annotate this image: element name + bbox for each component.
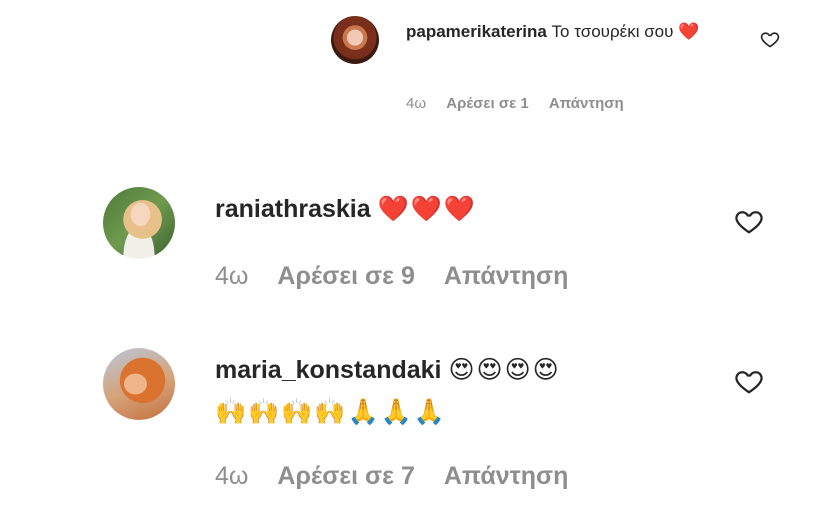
- heart-emoji: ❤️: [678, 22, 700, 42]
- comment-body: raniathraskia ❤️❤️❤️: [215, 190, 715, 228]
- comment-username[interactable]: maria_konstandaki: [215, 356, 442, 384]
- reply-button[interactable]: Απάντηση: [444, 462, 569, 491]
- comment-username[interactable]: raniathraskia: [215, 195, 371, 223]
- heart-eyes-emoji: 😍😍😍😍: [448, 355, 561, 384]
- comment-time[interactable]: 4ω: [215, 262, 248, 291]
- avatar[interactable]: [331, 16, 379, 64]
- avatar[interactable]: [103, 187, 175, 259]
- comment-likes-button[interactable]: Αρέσει σε 9: [277, 262, 414, 291]
- praise-emoji: 🙌🙌🙌🙌🙏🙏🙏: [215, 397, 447, 426]
- comment-body: maria_konstandaki 😍😍😍😍 🙌🙌🙌🙌🙏🙏🙏: [215, 349, 715, 433]
- reply-button[interactable]: Απάντηση: [444, 262, 569, 291]
- comment-text: Το τσουρέκι σου: [551, 22, 674, 41]
- reply-button[interactable]: Απάντηση: [549, 95, 624, 112]
- comment-meta: 4ω Αρέσει σε 1 Απάντηση: [406, 95, 640, 112]
- comment-meta: 4ω Αρέσει σε 9 Απάντηση: [215, 262, 590, 291]
- heart-emoji: ❤️❤️❤️: [377, 194, 477, 223]
- heart-outline-icon[interactable]: [760, 29, 780, 54]
- heart-outline-icon[interactable]: [734, 206, 764, 241]
- heart-outline-icon[interactable]: [734, 366, 764, 401]
- avatar[interactable]: [103, 348, 175, 420]
- comment-likes-button[interactable]: Αρέσει σε 1: [446, 95, 529, 112]
- comment-meta: 4ω Αρέσει σε 7 Απάντηση: [215, 462, 590, 491]
- comment-username[interactable]: papamerikaterina: [406, 22, 547, 41]
- comment-body: papamerikaterina Το τσουρέκι σου ❤️: [406, 17, 726, 47]
- comment-time[interactable]: 4ω: [215, 462, 248, 491]
- comment-time[interactable]: 4ω: [406, 95, 426, 112]
- comment-likes-button[interactable]: Αρέσει σε 7: [277, 462, 414, 491]
